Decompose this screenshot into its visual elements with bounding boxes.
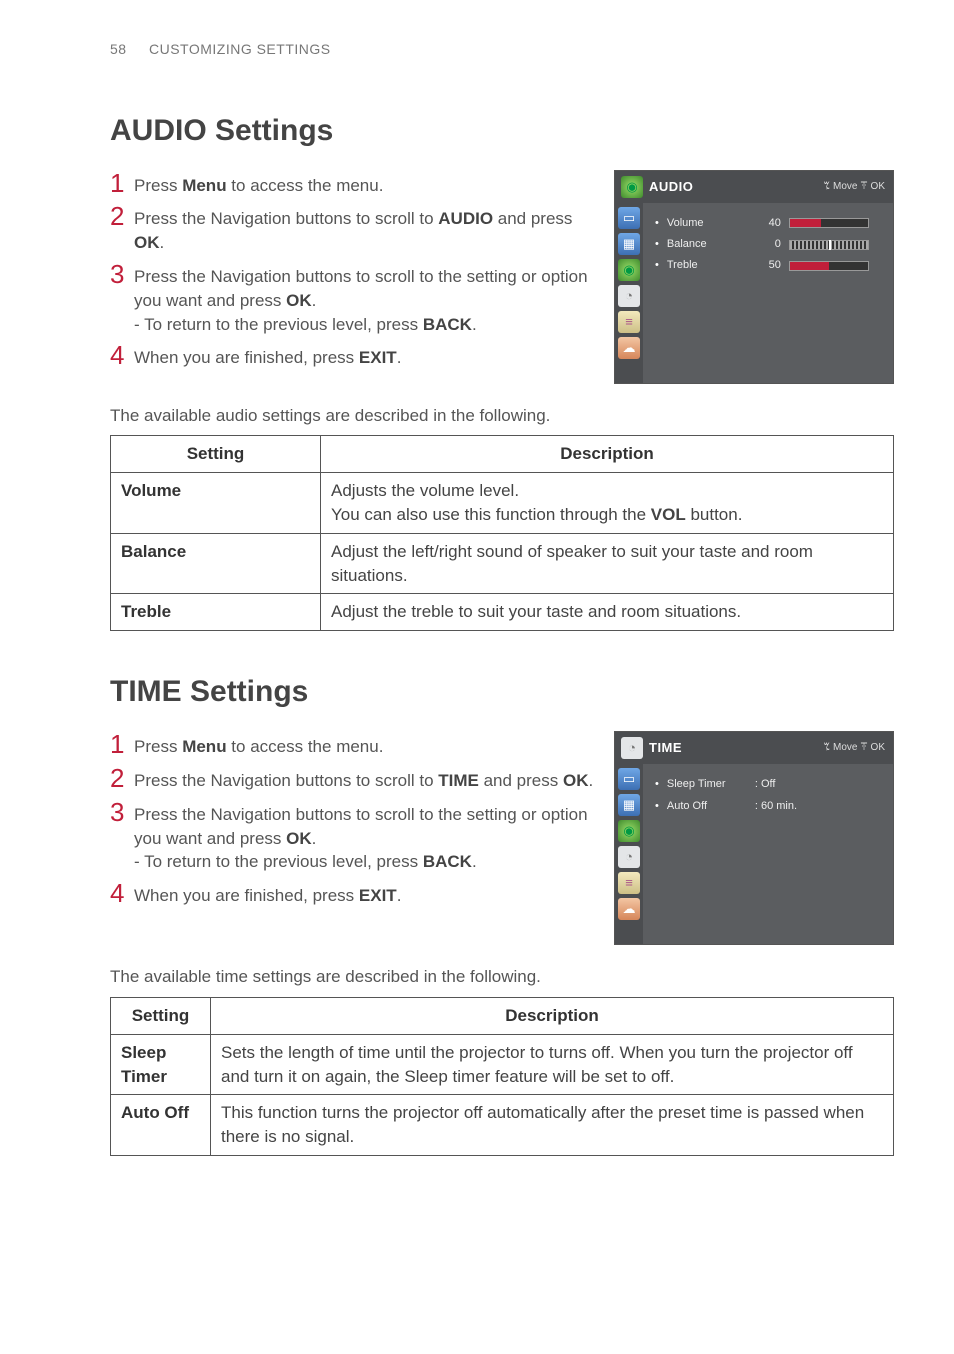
slider-bar[interactable] — [789, 240, 869, 250]
option-tab-icon[interactable]: ≡ — [618, 872, 640, 894]
step-number: 4 — [110, 880, 134, 906]
step-number: 3 — [110, 799, 134, 825]
slider-bar[interactable] — [789, 261, 869, 271]
network-tab-icon[interactable]: ☁ — [618, 898, 640, 920]
osd-nav-hint: ꔂ Move ꔉ OK — [824, 180, 886, 194]
audio-osd-panel: ◉ AUDIO ꔂ Move ꔉ OK ▭ ▦ ◉ ◔ ≡ ☁ • Volume… — [614, 170, 894, 384]
th-setting: Setting — [111, 997, 211, 1034]
th-setting: Setting — [111, 436, 321, 473]
osd-sidebar: ▭ ▦ ◉ ◔ ≡ ☁ — [615, 203, 643, 383]
th-description: Description — [321, 436, 894, 473]
osd-content: • Volume 40 • Balance 0 • Treble 50 — [643, 203, 893, 383]
screen-tab-icon[interactable]: ▦ — [618, 794, 640, 816]
audio-tab-icon[interactable]: ◉ — [618, 820, 640, 842]
osd-row-sleep-timer[interactable]: • Sleep Timer : Off — [655, 774, 883, 795]
step-number: 4 — [110, 342, 134, 368]
audio-step-1: 1 Press Menu to access the menu. — [110, 170, 596, 198]
time-tab-icon[interactable]: ◔ — [618, 846, 640, 868]
step-number: 1 — [110, 731, 134, 757]
table-row: Balance Adjust the left/right sound of s… — [111, 533, 894, 594]
time-intro: The available time settings are describe… — [110, 965, 894, 989]
osd-title: TIME — [649, 739, 682, 757]
audio-icon: ◉ — [621, 176, 643, 198]
step-number: 2 — [110, 203, 134, 229]
time-settings-table: Setting Description Sleep Timer Sets the… — [110, 997, 894, 1156]
screen-tab-icon[interactable]: ▦ — [618, 233, 640, 255]
time-step-3: 3 Press the Navigation buttons to scroll… — [110, 799, 596, 874]
table-row: Treble Adjust the treble to suit your ta… — [111, 594, 894, 631]
step-number: 3 — [110, 261, 134, 287]
audio-steps: 1 Press Menu to access the menu. 2 Press… — [110, 170, 596, 377]
step-number: 1 — [110, 170, 134, 196]
step-number: 2 — [110, 765, 134, 791]
osd-row-balance[interactable]: • Balance 0 — [655, 234, 883, 255]
picture-tab-icon[interactable]: ▭ — [618, 207, 640, 229]
time-icon: ◔ — [621, 737, 643, 759]
audio-step-2: 2 Press the Navigation buttons to scroll… — [110, 203, 596, 255]
time-step-4: 4 When you are finished, press EXIT. — [110, 880, 596, 908]
time-step-2: 2 Press the Navigation buttons to scroll… — [110, 765, 596, 793]
osd-title: AUDIO — [649, 178, 693, 196]
table-row: Sleep Timer Sets the length of time unti… — [111, 1034, 894, 1095]
page-number: 58 — [110, 41, 127, 57]
time-osd-panel: ◔ TIME ꔂ Move ꔉ OK ▭ ▦ ◉ ◔ ≡ ☁ • Sleep T… — [614, 731, 894, 945]
audio-tab-icon[interactable]: ◉ — [618, 259, 640, 281]
osd-row-auto-off[interactable]: • Auto Off : 60 min. — [655, 796, 883, 817]
option-tab-icon[interactable]: ≡ — [618, 311, 640, 333]
osd-sidebar: ▭ ▦ ◉ ◔ ≡ ☁ — [615, 764, 643, 944]
time-steps: 1 Press Menu to access the menu. 2 Press… — [110, 731, 596, 914]
table-row: Auto Off This function turns the project… — [111, 1095, 894, 1156]
slider-bar[interactable] — [789, 218, 869, 228]
table-row: Volume Adjusts the volume level. You can… — [111, 473, 894, 534]
osd-row-volume[interactable]: • Volume 40 — [655, 213, 883, 234]
network-tab-icon[interactable]: ☁ — [618, 337, 640, 359]
audio-step-3: 3 Press the Navigation buttons to scroll… — [110, 261, 596, 336]
breadcrumb: CUSTOMIZING SETTINGS — [149, 41, 331, 57]
page-header: 58 CUSTOMIZING SETTINGS — [110, 40, 894, 60]
osd-nav-hint: ꔂ Move ꔉ OK — [824, 741, 886, 755]
audio-settings-table: Setting Description Volume Adjusts the v… — [110, 435, 894, 631]
osd-content: • Sleep Timer : Off • Auto Off : 60 min. — [643, 764, 893, 944]
audio-intro: The available audio settings are describ… — [110, 404, 894, 428]
th-description: Description — [211, 997, 894, 1034]
osd-row-treble[interactable]: • Treble 50 — [655, 255, 883, 276]
picture-tab-icon[interactable]: ▭ — [618, 768, 640, 790]
audio-section-title: AUDIO Settings — [110, 110, 894, 152]
audio-step-4: 4 When you are finished, press EXIT. — [110, 342, 596, 370]
time-step-1: 1 Press Menu to access the menu. — [110, 731, 596, 759]
time-tab-icon[interactable]: ◔ — [618, 285, 640, 307]
time-section-title: TIME Settings — [110, 671, 894, 713]
